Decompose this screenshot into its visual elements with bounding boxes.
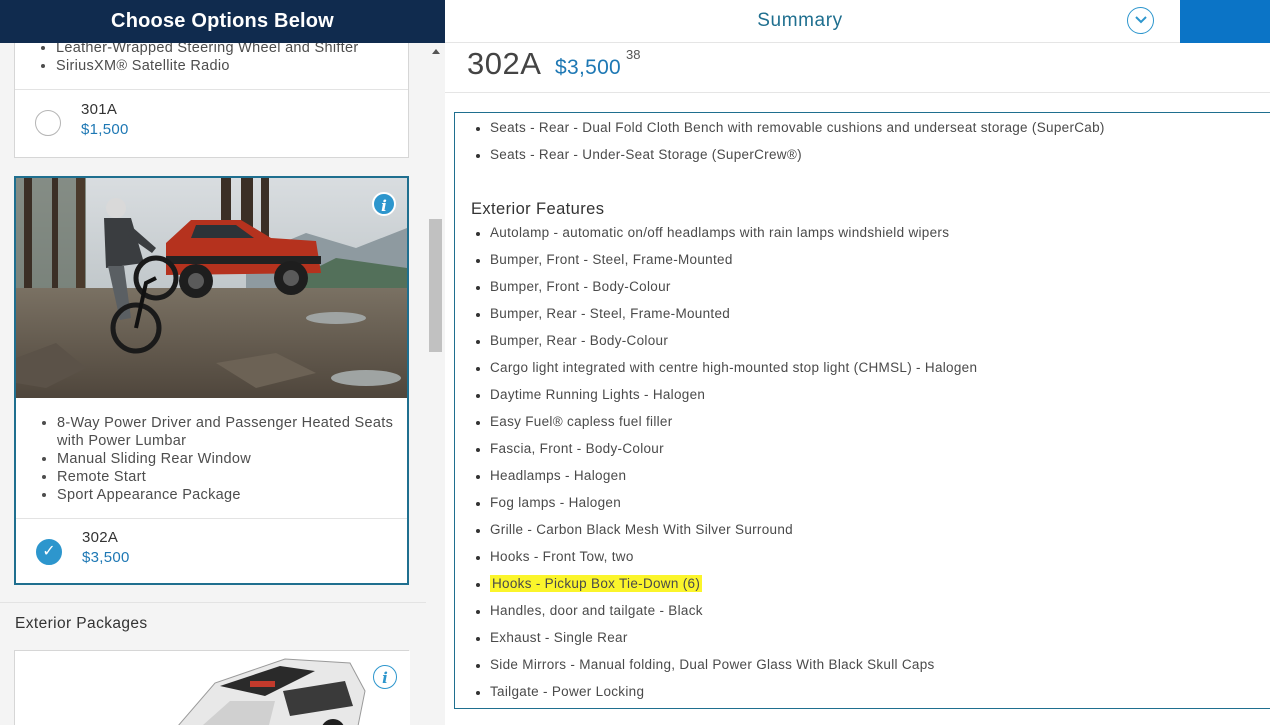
features-list-box[interactable]: Seats - Rear - Dual Fold Cloth Bench wit…: [454, 112, 1270, 709]
chevron-down-icon[interactable]: [1127, 7, 1154, 34]
feature-item: Exhaust - Single Rear: [490, 624, 1270, 651]
feature-item: Fog lamps - Halogen: [490, 489, 1270, 516]
feature-item: Bumper, Front - Body-Colour: [490, 273, 1270, 300]
package-name: 301A: [81, 101, 118, 118]
package-feature-list: Leather-Wrapped Steering Wheel and Shift…: [15, 39, 408, 75]
feature-item-highlighted: Hooks - Pickup Box Tie-Down (6): [490, 570, 1270, 597]
feature-item: Fascia, Front - Body-Colour: [490, 435, 1270, 462]
feature-item: Grille - Carbon Black Mesh With Silver S…: [490, 516, 1270, 543]
package-feature: SiriusXM® Satellite Radio: [56, 57, 408, 75]
selected-package-price: $3,500: [555, 56, 622, 79]
feature-item: Bumper, Rear - Steel, Frame-Mounted: [490, 300, 1270, 327]
feature-item: Daytime Running Lights - Halogen: [490, 381, 1270, 408]
feature-item: Cargo light integrated with centre high-…: [490, 354, 1270, 381]
package-feature-list: 8-Way Power Driver and Passenger Heated …: [16, 414, 407, 504]
section-title: Exterior Packages: [15, 615, 148, 632]
package-select-row[interactable]: ✓ 302A $3,500: [16, 518, 407, 583]
package-photo: [16, 178, 407, 398]
checkmark-icon[interactable]: ✓: [36, 539, 62, 565]
info-icon[interactable]: i: [373, 665, 397, 689]
feature-item: Hooks - Front Tow, two: [490, 543, 1270, 570]
highlighted-text: Hooks - Pickup Box Tie-Down (6): [490, 575, 703, 592]
summary-panel: Summary 302A $3,500 38 Seats - Rear - Du…: [445, 0, 1270, 725]
exterior-feature-list: Autolamp - automatic on/off headlamps wi…: [455, 219, 1270, 705]
feature-item: Easy Fuel® capless fuel filler: [490, 408, 1270, 435]
feature-item: Handles, door and tailgate - Black: [490, 597, 1270, 624]
options-panel: Leather-Wrapped Steering Wheel and Shift…: [0, 0, 445, 725]
white-truck-photo: [15, 651, 410, 725]
feature-item: Bumper, Front - Steel, Frame-Mounted: [490, 246, 1270, 273]
package-price: $3,500: [82, 549, 130, 566]
selected-package-code: 302A: [467, 46, 542, 81]
feature-item: Seats - Rear - Dual Fold Cloth Bench wit…: [490, 114, 1270, 141]
seat-feature-list: Seats - Rear - Dual Fold Cloth Bench wit…: [455, 114, 1270, 168]
package-select-row[interactable]: 301A $1,500: [15, 89, 408, 157]
info-icon[interactable]: i: [372, 192, 396, 216]
summary-header[interactable]: Summary: [445, 0, 1270, 43]
feature-item: Headlamps - Halogen: [490, 462, 1270, 489]
package-feature: Remote Start: [57, 468, 407, 486]
panel-title: Choose Options Below: [0, 0, 445, 43]
scroll-up-arrow-icon[interactable]: [432, 49, 440, 54]
package-card-301a: Leather-Wrapped Steering Wheel and Shift…: [14, 40, 409, 158]
package-feature: Sport Appearance Package: [57, 486, 407, 504]
feature-item: Seats - Rear - Under-Seat Storage (Super…: [490, 141, 1270, 168]
exterior-features-heading: Exterior Features: [471, 200, 605, 218]
truck-mountain-bike-photo: [16, 178, 407, 398]
section-divider: [0, 602, 426, 603]
exterior-package-card: i: [14, 650, 410, 725]
feature-item: Side Mirrors - Manual folding, Dual Powe…: [490, 651, 1270, 678]
scrollbar-thumb[interactable]: [429, 219, 442, 352]
package-name: 302A: [82, 529, 119, 546]
package-feature: Manual Sliding Rear Window: [57, 450, 407, 468]
scrollbar[interactable]: [427, 43, 445, 725]
package-feature: 8-Way Power Driver and Passenger Heated …: [57, 414, 407, 450]
feature-item: Autolamp - automatic on/off headlamps wi…: [490, 219, 1270, 246]
package-card-302a: i 8-Way Power Driver and Passenger Heate…: [14, 176, 409, 585]
feature-item: Bumper, Rear - Body-Colour: [490, 327, 1270, 354]
price-summary: 302A $3,500 38: [445, 44, 1270, 93]
package-price: $1,500: [81, 121, 129, 138]
summary-title[interactable]: Summary: [445, 0, 1155, 42]
feature-item: Tailgate - Power Locking: [490, 678, 1270, 705]
header-action-block[interactable]: [1180, 0, 1270, 43]
package-radio[interactable]: [35, 110, 61, 136]
selected-package-price-cents: 38: [626, 47, 641, 62]
